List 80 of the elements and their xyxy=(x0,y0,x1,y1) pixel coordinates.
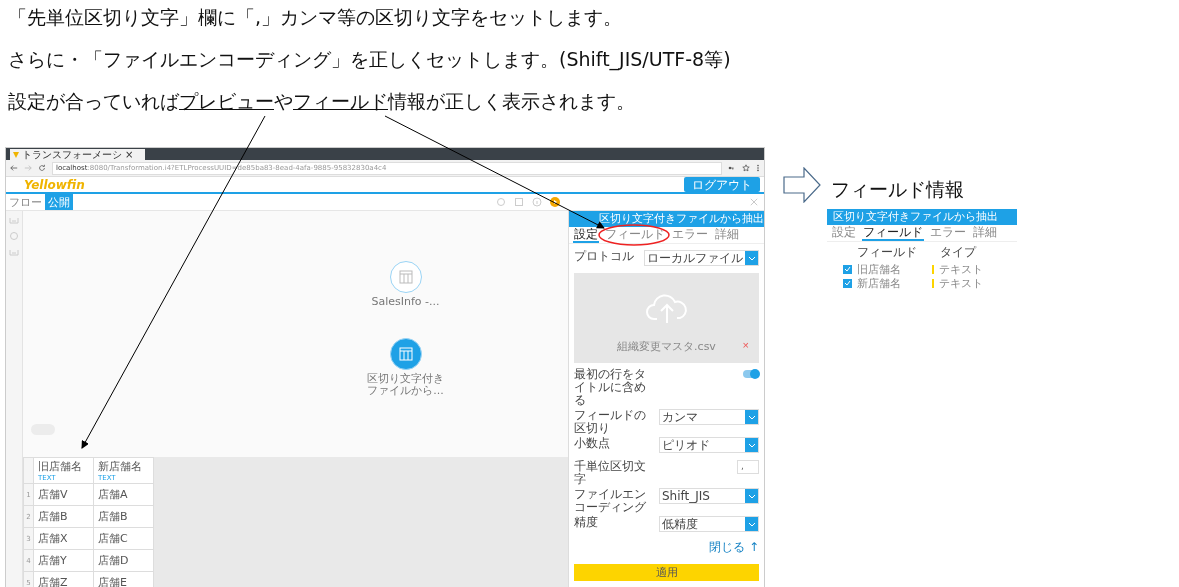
panel-tab[interactable]: フィールド xyxy=(862,225,924,241)
key-icon xyxy=(728,164,736,172)
inbox-icon xyxy=(9,215,19,225)
panel-tab[interactable]: エラー xyxy=(929,225,967,241)
column-header: タイプ xyxy=(939,243,978,261)
toolbar-tab[interactable]: 公開 xyxy=(45,194,73,210)
tab-title: トランスフォーメーシ xyxy=(22,149,122,160)
table-cell: 店舗B xyxy=(33,505,94,528)
star-icon xyxy=(742,164,750,172)
chevron-down-icon xyxy=(747,521,756,527)
table-cell: 店舗C xyxy=(93,527,154,550)
forward-icon xyxy=(24,164,32,172)
instruction-text: さらに・「ファイルエンコーディング」を正しくセットします。(Shift_JIS/UTF-8等) xyxy=(8,47,732,72)
table-cell: 店舗B xyxy=(93,505,154,528)
table-cell: 店舗D xyxy=(93,549,154,572)
menu-icon xyxy=(756,164,760,172)
node-label: SalesInfo -... xyxy=(370,296,441,308)
dropdown[interactable]: ローカルファイル xyxy=(644,250,759,266)
reload-icon xyxy=(38,164,46,172)
node-label: 区切り文字付きファイルから... xyxy=(366,373,445,397)
info-icon xyxy=(532,197,542,207)
panel-tab[interactable]: エラー xyxy=(671,227,709,243)
input-field[interactable]: , xyxy=(737,460,759,474)
dropdown[interactable]: Shift_JIS xyxy=(659,488,759,504)
panel-tab[interactable]: 詳細 xyxy=(972,225,998,241)
table-cell: 店舗V xyxy=(33,483,94,506)
checkbox[interactable] xyxy=(843,278,852,288)
inbox-icon xyxy=(9,247,19,257)
flow-node[interactable] xyxy=(389,338,422,370)
logout-button[interactable]: ログアウト xyxy=(684,177,760,192)
toggle-switch[interactable] xyxy=(743,370,759,378)
close-icon xyxy=(750,198,758,206)
field-type: テキスト xyxy=(939,261,984,277)
table-cell: 店舗A xyxy=(93,483,154,506)
dropdown[interactable]: カンマ xyxy=(659,409,759,425)
table-cell: 店舗X xyxy=(33,527,94,550)
app-logo: Yellowfin xyxy=(24,177,85,192)
chevron-down-icon xyxy=(747,414,756,420)
file-name: 組織変更マスタ.csv xyxy=(617,339,716,354)
back-icon xyxy=(10,164,18,172)
section-title: フィールド情報 xyxy=(830,177,965,202)
browser-tab[interactable]: トランスフォーメーシ × xyxy=(10,149,145,160)
setting-label: ファイルエンコーディング xyxy=(574,488,647,514)
field-name: 新店舗名 xyxy=(857,275,902,291)
outline-arrow-icon xyxy=(783,167,821,203)
instruction-text: 「先単位区切り文字」欄に「,」カンマ等の区切り文字をセットします。 xyxy=(8,5,624,30)
upload-area[interactable]: 組織変更マスタ.csv × xyxy=(574,273,759,363)
collapse-link[interactable]: 閉じる ↑ xyxy=(709,539,759,556)
panel-tab[interactable]: 設定 xyxy=(831,225,857,241)
checkbox[interactable] xyxy=(843,264,852,274)
column-header: フィールド xyxy=(857,243,918,261)
setting-label: 精度 xyxy=(574,516,599,529)
play-icon xyxy=(550,197,560,207)
setting-label: 最初の行をタイトルに含める xyxy=(574,368,647,407)
table-cell: 店舗Y xyxy=(33,549,94,572)
highlight-ellipse xyxy=(598,224,670,246)
chevron-down-icon xyxy=(747,442,756,448)
chevron-down-icon xyxy=(747,255,756,261)
setting-label: 小数点 xyxy=(574,437,611,450)
panel-title: 区切り文字付きファイルから抽出 xyxy=(827,209,1017,225)
dropdown[interactable]: ピリオド xyxy=(659,437,759,453)
panel-tab[interactable]: 設定 xyxy=(573,227,599,243)
setting-label: プロトコル xyxy=(574,250,635,263)
chevron-down-icon xyxy=(747,493,756,499)
close-icon[interactable]: × xyxy=(125,149,134,160)
remove-button[interactable]: × xyxy=(742,339,749,351)
instruction-text: 設定が合っていればプレビューやフィールド情報が正しく表示されます。 xyxy=(8,89,636,114)
field-type: テキスト xyxy=(939,275,984,291)
table-icon xyxy=(397,346,414,362)
table-icon xyxy=(397,269,414,285)
setting-label: 千単位区切文字 xyxy=(574,460,647,486)
logo-icon xyxy=(13,151,19,158)
panel-tab[interactable]: 詳細 xyxy=(714,227,740,243)
panel-title: 区切り文字付きファイルから抽出 xyxy=(569,211,764,227)
dropdown[interactable]: 低精度 xyxy=(659,516,759,532)
setting-label: フィールドの区切り xyxy=(574,409,647,435)
circle-icon xyxy=(9,231,19,241)
field-name: 旧店舗名 xyxy=(857,261,902,277)
flow-node[interactable] xyxy=(389,261,422,293)
apply-button[interactable]: 適用 xyxy=(574,564,759,581)
